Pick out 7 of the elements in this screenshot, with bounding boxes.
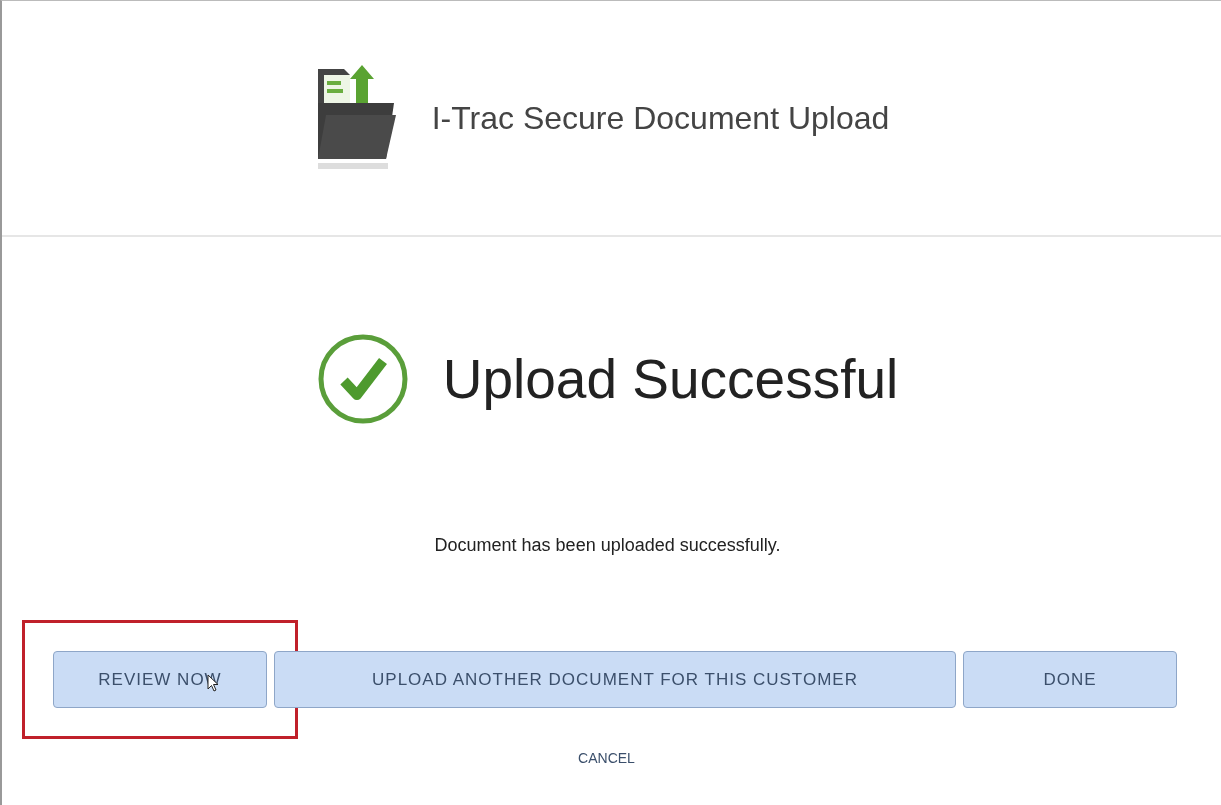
check-circle-icon [316,333,409,425]
cancel-link[interactable]: CANCEL [578,750,645,766]
action-button[interactable]: DONE [963,651,1177,708]
status-heading: Upload Successful [442,347,899,411]
status-message: Document has been uploaded successfully. [433,535,782,556]
action-button[interactable]: UPLOAD ANOTHER DOCUMENT FOR THIS CUSTOMER [274,651,956,708]
app-title: I-Trac Secure Document Upload [431,99,890,137]
